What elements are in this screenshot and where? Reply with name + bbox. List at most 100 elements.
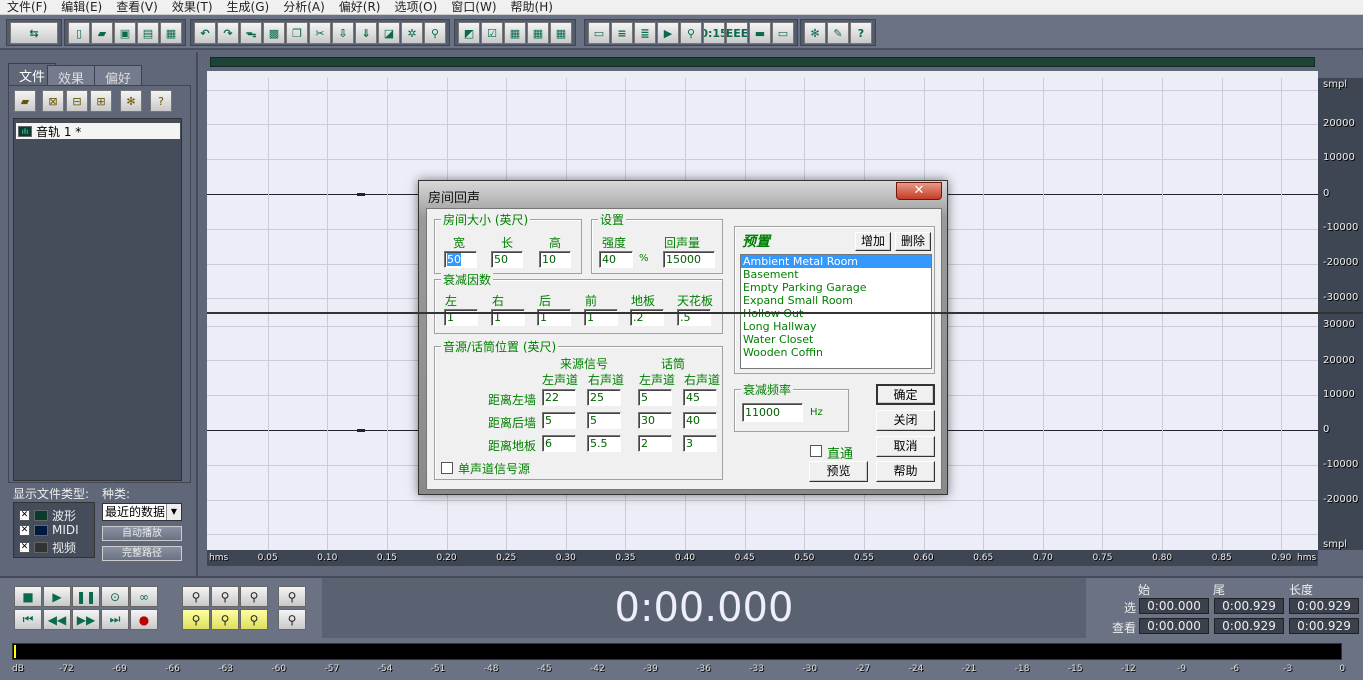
help-button[interactable]: 帮助 [876, 461, 935, 482]
full-path-button[interactable]: 完整路径 [102, 546, 182, 561]
intensity-input[interactable]: 40 [599, 251, 633, 268]
autoplay-button[interactable]: 自动播放 [102, 526, 182, 541]
preset-item[interactable]: Empty Parking Garage [741, 281, 931, 294]
menu-item[interactable]: 文件(F) [0, 0, 54, 14]
rewind-button[interactable]: ◀◀ [43, 609, 71, 630]
time-window-button[interactable]: 0:15 [703, 22, 725, 44]
preset-item[interactable]: Basement [741, 268, 931, 281]
settings-button[interactable]: ✻ [804, 22, 826, 44]
envelope-button[interactable]: ◩ [458, 22, 480, 44]
file-type-item[interactable]: ✕ 波形 [19, 507, 76, 524]
position-input[interactable]: 25 [587, 389, 621, 406]
preset-item[interactable]: Water Closet [741, 333, 931, 346]
position-input[interactable]: 3 [683, 435, 717, 452]
checkbox-button[interactable]: ☑ [481, 22, 503, 44]
mono-source-checkbox[interactable] [441, 462, 453, 474]
save-selection-button[interactable]: ▦ [160, 22, 182, 44]
close-file-button[interactable]: ⊠ [42, 90, 64, 112]
open-folder-button[interactable]: ▰ [14, 90, 36, 112]
time-field[interactable]: 0:00.929 [1289, 618, 1359, 634]
menu-item[interactable]: 查看(V) [109, 0, 165, 14]
position-input[interactable]: 2 [638, 435, 672, 452]
position-input[interactable]: 6 [542, 435, 576, 452]
window-button[interactable]: ▭ [588, 22, 610, 44]
menu-item[interactable]: 生成(G) [220, 0, 277, 14]
position-input[interactable]: 30 [638, 412, 672, 429]
spectral-2-button[interactable]: ▦ [527, 22, 549, 44]
position-input[interactable]: 5 [587, 412, 621, 429]
zoom-in-vertical-button[interactable]: ⚲ [278, 586, 306, 607]
redo-button[interactable]: ↷ [217, 22, 239, 44]
position-input[interactable]: 45 [683, 389, 717, 406]
stop-button[interactable]: ■ [14, 586, 42, 607]
zoom-right-button[interactable]: ⚲ [240, 609, 268, 630]
menu-item[interactable]: 窗口(W) [444, 0, 503, 14]
add-preset-button[interactable]: 增加 [855, 232, 891, 251]
file-type-item[interactable]: ✕ MIDI [19, 523, 79, 537]
play-to-end-button[interactable]: ⊙ [101, 586, 129, 607]
save-as-button[interactable]: ▤ [137, 22, 159, 44]
close-icon[interactable]: ✕ [896, 182, 942, 200]
length-input[interactable]: 50 [491, 251, 523, 268]
help-button[interactable]: ? [150, 90, 172, 112]
multitrack-view-button[interactable]: ⇆ [10, 22, 58, 44]
preset-item[interactable]: Long Hallway [741, 320, 931, 333]
zoom-selection-button[interactable]: ⚲ [211, 609, 239, 630]
preview-button[interactable]: 预览 [809, 461, 868, 482]
preset-item[interactable]: Wooden Coffin [741, 346, 931, 359]
find-button[interactable]: ⚲ [424, 22, 446, 44]
copy-button[interactable]: ❐ [286, 22, 308, 44]
sort-select[interactable]: 最近的数据 ▼ [102, 503, 182, 521]
position-input[interactable]: 5 [542, 412, 576, 429]
zoom-window-button[interactable]: ⚲ [680, 22, 702, 44]
menu-item[interactable]: 编辑(E) [54, 0, 109, 14]
tab-effects[interactable]: 效果 [47, 65, 96, 87]
overview-bar[interactable] [207, 55, 1318, 71]
file-item[interactable]: ıłı 音轨 1 * [16, 123, 180, 139]
height-input[interactable]: 10 [539, 251, 571, 268]
zoom-out-button[interactable]: ⚲ [211, 586, 239, 607]
new-file-button[interactable]: ▯ [68, 22, 90, 44]
file-type-item[interactable]: ✕ 视频 [19, 539, 76, 556]
script-button[interactable]: ✎ [827, 22, 849, 44]
help-button[interactable]: ? [850, 22, 872, 44]
menu-item[interactable]: 帮助(H) [504, 0, 560, 14]
file-type-checkbox[interactable]: ✕ [19, 542, 30, 553]
fast-forward-button[interactable]: ▶▶ [72, 609, 100, 630]
zoom-left-button[interactable]: ⚲ [182, 609, 210, 630]
preset-item[interactable]: Expand Small Room [741, 294, 931, 307]
save-button[interactable]: ▣ [114, 22, 136, 44]
open-folder-button[interactable]: ▰ [91, 22, 113, 44]
repeat-button[interactable]: ᯓ [240, 22, 262, 44]
spectral-button[interactable]: ▦ [504, 22, 526, 44]
spectral-3-button[interactable]: ▦ [550, 22, 572, 44]
menu-item[interactable]: 分析(A) [276, 0, 332, 14]
file-type-checkbox[interactable]: ✕ [19, 510, 30, 521]
file-type-checkbox[interactable]: ✕ [19, 524, 30, 536]
close-button[interactable]: 关闭 [876, 410, 935, 431]
pause-button[interactable]: ❚❚ [72, 586, 100, 607]
go-to-end-button[interactable]: ⏭ [101, 609, 129, 630]
cut-button[interactable]: ✂ [309, 22, 331, 44]
play-button[interactable]: ▶ [43, 586, 71, 607]
time-field[interactable]: 0:00.929 [1214, 618, 1284, 634]
delete-preset-button[interactable]: 删除 [895, 232, 931, 251]
insert-button[interactable]: ⊟ [66, 90, 88, 112]
loop-button[interactable]: ∞ [130, 586, 158, 607]
record-button[interactable]: ● [130, 609, 158, 630]
position-input[interactable]: 40 [683, 412, 717, 429]
menu-item[interactable]: 效果(T) [165, 0, 220, 14]
selection-window-button[interactable]: EEE [726, 22, 748, 44]
echoes-input[interactable]: 15000 [663, 251, 715, 268]
zoom-full-button[interactable]: ⚲ [240, 586, 268, 607]
position-input[interactable]: 5 [638, 389, 672, 406]
overview-range[interactable] [210, 57, 1315, 67]
copy-new-button[interactable]: ▩ [263, 22, 285, 44]
time-field[interactable]: 0:00.929 [1214, 598, 1284, 614]
transport-button[interactable]: ▶ [657, 22, 679, 44]
time-field[interactable]: 0:00.000 [1139, 618, 1209, 634]
play-list-button[interactable]: ≣ [634, 22, 656, 44]
menu-item[interactable]: 偏好(R) [332, 0, 388, 14]
menu-item[interactable]: 选项(O) [387, 0, 444, 14]
trim-button[interactable]: ✲ [401, 22, 423, 44]
